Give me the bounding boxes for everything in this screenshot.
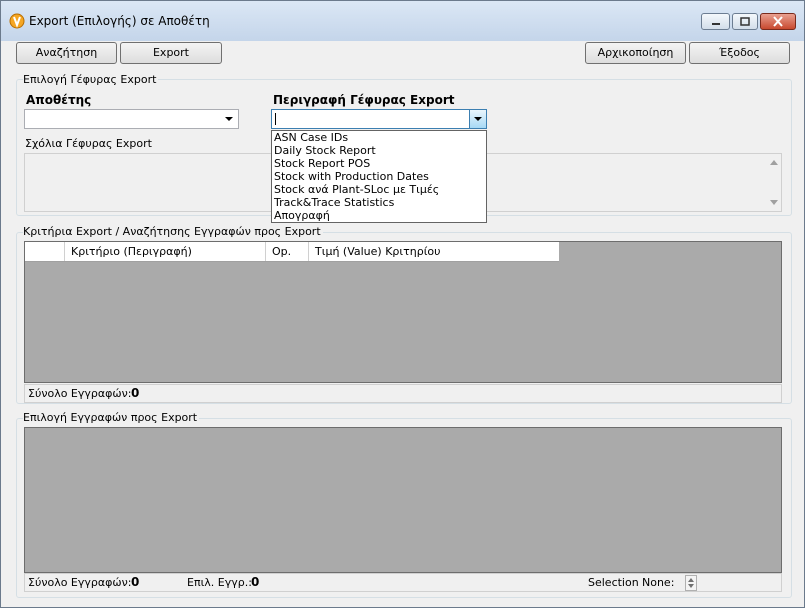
window-title: Export (Επιλογής) σε Αποθέτη xyxy=(29,14,210,28)
dropdown-option[interactable]: Stock with Production Dates xyxy=(272,170,486,183)
depositor-combo[interactable] xyxy=(24,109,239,129)
records-total-value: 0 xyxy=(131,575,140,589)
criteria-grid[interactable]: Κριτήριο (Περιγραφή) Op. Τιμή (Value) Κρ… xyxy=(24,241,782,383)
exit-button[interactable]: Έξοδος xyxy=(689,42,790,64)
criteria-total-label: Σύνολο Εγγραφών: xyxy=(28,387,132,400)
records-status-bar: Σύνολο Εγγραφών: 0 Επιλ. Εγγρ.: 0 Select… xyxy=(24,573,782,592)
title-bar[interactable]: Export (Επιλογής) σε Αποθέτη xyxy=(1,1,804,41)
column-header-rowselector[interactable] xyxy=(25,242,65,261)
depositor-label: Αποθέτης xyxy=(26,93,92,107)
close-button[interactable] xyxy=(760,13,796,30)
records-total-label: Σύνολο Εγγραφών: xyxy=(28,576,132,589)
dropdown-option[interactable]: ASN Case IDs xyxy=(272,131,486,144)
app-logo-icon xyxy=(9,13,25,29)
chevron-down-icon xyxy=(474,117,482,121)
description-combo[interactable] xyxy=(271,109,487,129)
maximize-button[interactable] xyxy=(732,13,758,30)
records-grid[interactable] xyxy=(24,427,782,573)
spin-arrows-icon xyxy=(688,578,694,588)
selection-label: Selection xyxy=(588,576,639,589)
criteria-total-value: 0 xyxy=(131,386,140,400)
search-button[interactable]: Αναζήτηση xyxy=(16,42,117,64)
column-header-op[interactable]: Op. xyxy=(266,242,309,261)
close-icon xyxy=(773,16,783,27)
export-button[interactable]: Export xyxy=(120,42,222,64)
dropdown-option[interactable]: Daily Stock Report xyxy=(272,144,486,157)
selection-value: None: xyxy=(642,576,675,589)
export-window: Export (Επιλογής) σε Αποθέτη Αναζήτηση E… xyxy=(0,0,805,608)
column-header-criterion[interactable]: Κριτήριο (Περιγραφή) xyxy=(65,242,266,261)
records-selected-label: Επιλ. Εγγρ.: xyxy=(187,576,252,589)
criteria-status-bar: Σύνολο Εγγραφών: 0 xyxy=(24,384,782,403)
bridge-group-title: Επιλογή Γέφυρας Export xyxy=(23,73,159,86)
criteria-grid-header: Κριτήριο (Περιγραφή) Op. Τιμή (Value) Κρ… xyxy=(25,242,559,262)
dropdown-option[interactable]: Stock ανά Plant-SLoc με Τιμές xyxy=(272,183,486,196)
description-dropdown-button[interactable] xyxy=(469,110,486,128)
reset-button[interactable]: Αρχικοποίηση xyxy=(585,42,686,64)
criteria-group-title: Κριτήρια Export / Αναζήτησης Εγγραφών πρ… xyxy=(23,225,323,238)
minimize-button[interactable] xyxy=(701,13,730,30)
maximize-icon xyxy=(740,17,750,26)
selection-stepper[interactable] xyxy=(685,575,697,591)
minimize-icon xyxy=(711,23,720,25)
records-selected-value: 0 xyxy=(251,575,260,589)
chevron-down-icon[interactable] xyxy=(222,112,236,126)
comments-label: Σχόλια Γέφυρας Export xyxy=(25,137,152,150)
dropdown-option[interactable]: Track&Trace Statistics xyxy=(272,196,486,209)
scroll-down-icon[interactable] xyxy=(770,200,778,206)
column-header-value[interactable]: Τιμή (Value) Κριτηρίου xyxy=(309,242,559,261)
text-caret xyxy=(275,113,276,125)
dropdown-option[interactable]: Stock Report POS xyxy=(272,157,486,170)
scroll-up-icon[interactable] xyxy=(770,159,778,165)
client-area: Αναζήτηση Export Αρχικοποίηση Έξοδος Επι… xyxy=(8,41,796,601)
records-group-title: Επιλογή Εγγραφών προς Export xyxy=(23,411,200,424)
description-label: Περιγραφή Γέφυρας Export xyxy=(273,93,455,107)
dropdown-option[interactable]: Απογραφή xyxy=(272,209,486,222)
description-dropdown-list[interactable]: ASN Case IDs Daily Stock Report Stock Re… xyxy=(271,130,487,223)
